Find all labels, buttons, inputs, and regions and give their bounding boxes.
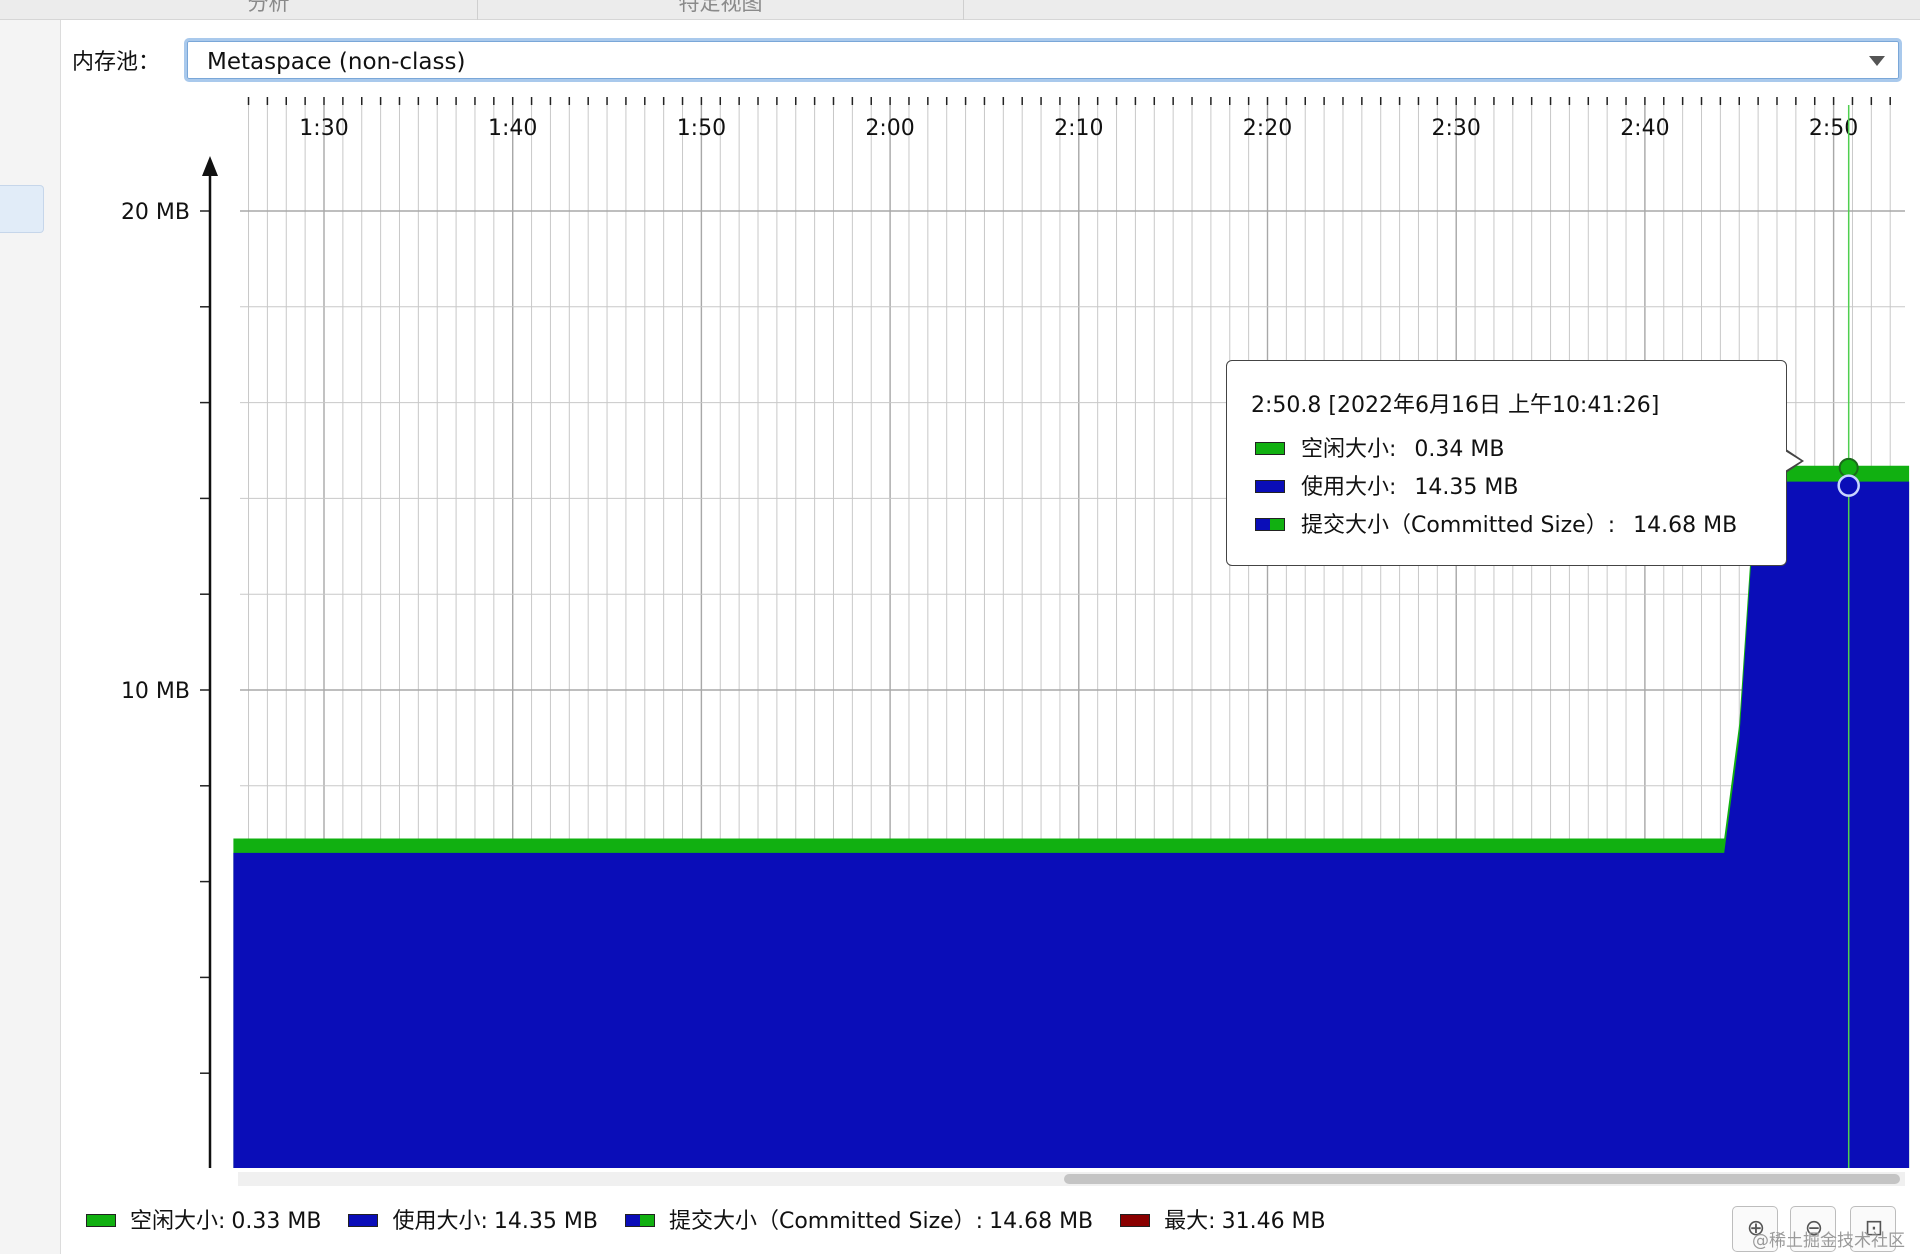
- tooltip-row-value: 14.68 MB: [1633, 513, 1738, 538]
- legend-label: 使用大小:: [392, 1209, 488, 1234]
- tooltip-row-value: 14.35 MB: [1414, 475, 1519, 500]
- free-swatch-icon: [1255, 441, 1285, 455]
- y-tick-label: 20 MB: [121, 200, 190, 225]
- x-tick-label: 2:10: [1054, 116, 1103, 141]
- free-swatch-icon: [86, 1213, 116, 1227]
- x-tick-label: 2:20: [1243, 116, 1292, 141]
- tooltip-row-used: 使用大小: 14.35 MB: [1255, 469, 1518, 501]
- x-tick-label: 2:50: [1809, 116, 1858, 141]
- memory-chart[interactable]: 1:30 1:40 1:50 2:00 2:10 2:20 2:30 2:40 2:50 20 M…: [0, 0, 1920, 1254]
- legend-item-free: 空闲大小: 0.33 MB: [86, 1203, 321, 1235]
- committed-marker: [1838, 457, 1859, 478]
- y-axis-arrow-icon: [202, 156, 218, 176]
- tooltip-row-value: 0.34 MB: [1414, 437, 1505, 462]
- tooltip-row-committed: 提交大小（Committed Size）: 14.68 MB: [1255, 507, 1737, 539]
- x-tick-label: 1:30: [299, 116, 348, 141]
- legend-item-committed: 提交大小（Committed Size）: 14.68 MB: [624, 1203, 1094, 1235]
- max-swatch-icon: [1120, 1213, 1151, 1227]
- tooltip-pointer-fill: [1785, 451, 1801, 471]
- watermark-text: @稀土掘金技术社区: [1752, 1231, 1905, 1251]
- used-marker: [1837, 474, 1860, 497]
- tooltip-row-label: 提交大小（Committed Size）:: [1301, 513, 1616, 538]
- committed-swatch-icon: [1255, 517, 1285, 531]
- legend-label: 最大:: [1164, 1209, 1216, 1234]
- x-tick-label: 2:00: [865, 116, 914, 141]
- chart-legend: 空闲大小: 0.33 MB 使用大小: 14.35 MB 提交大小（Committe…: [86, 1203, 1346, 1235]
- tooltip-row-label: 使用大小:: [1301, 475, 1397, 500]
- legend-label: 提交大小（Committed Size）:: [668, 1209, 984, 1234]
- legend-value: 0.33 MB: [231, 1209, 322, 1234]
- tooltip-row-label: 空闲大小:: [1301, 437, 1397, 462]
- y-tick-label: 10 MB: [121, 679, 190, 704]
- tooltip-row-free: 空闲大小: 0.34 MB: [1255, 431, 1504, 463]
- legend-item-max: 最大: 31.46 MB: [1120, 1203, 1326, 1235]
- legend-value: 14.68 MB: [989, 1209, 1094, 1234]
- tooltip-title: 2:50.8 [2022年6月16日 上午10:41:26]: [1251, 393, 1660, 418]
- x-tick-label: 2:30: [1431, 116, 1480, 141]
- x-tick-label: 1:50: [677, 116, 726, 141]
- chart-tooltip: 2:50.8 [2022年6月16日 上午10:41:26] 空闲大小: 0.34…: [1226, 360, 1804, 566]
- legend-value: 14.35 MB: [493, 1209, 598, 1234]
- used-swatch-icon: [1255, 479, 1285, 493]
- committed-swatch-icon: [624, 1213, 655, 1227]
- used-area: [233, 481, 1910, 1169]
- legend-label: 空闲大小:: [130, 1209, 226, 1234]
- legend-value: 31.46 MB: [1221, 1209, 1326, 1234]
- legend-item-used: 使用大小: 14.35 MB: [348, 1203, 598, 1235]
- scrollbar-thumb[interactable]: [1064, 1174, 1900, 1184]
- used-swatch-icon: [348, 1213, 379, 1227]
- x-tick-label: 2:40: [1620, 116, 1669, 141]
- x-tick-label: 1:40: [488, 116, 537, 141]
